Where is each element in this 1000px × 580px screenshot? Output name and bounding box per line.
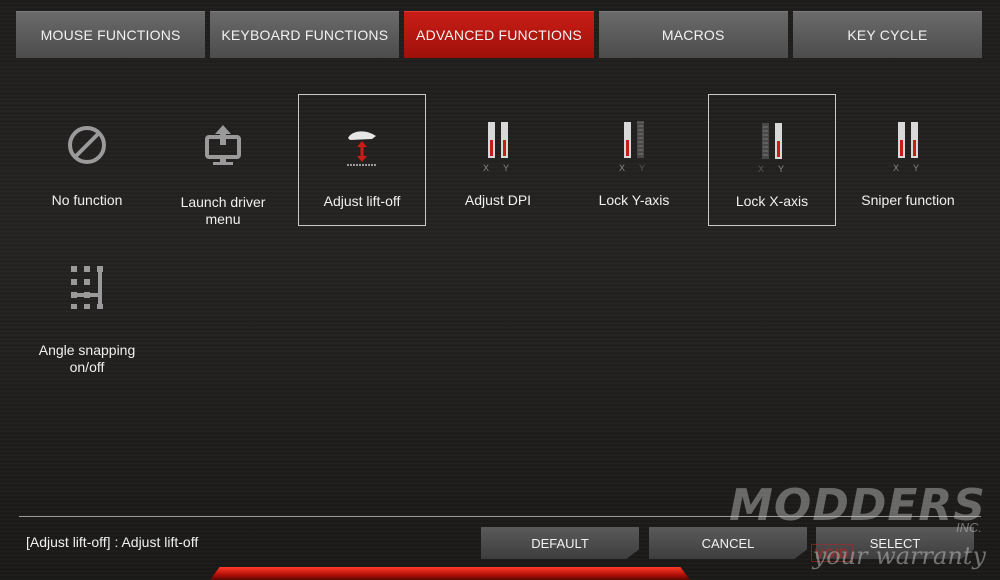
watermark-tagline: your warranty: [812, 542, 986, 570]
launch-driver-icon: [159, 120, 287, 170]
function-lock-x-axis[interactable]: X Y Lock X-axis: [708, 94, 836, 226]
function-label: Adjust DPI: [464, 192, 532, 208]
function-adjust-lift-off[interactable]: Adjust lift-off: [298, 94, 426, 226]
axis-x-label: X: [483, 163, 490, 173]
sniper-icon: [844, 120, 972, 170]
axis-y-label: Y: [503, 163, 510, 173]
function-label: Lock Y-axis: [598, 192, 670, 208]
axis-y-label: Y: [639, 163, 646, 173]
status-text: [Adjust lift-off] : Adjust lift-off: [26, 534, 199, 550]
lock-y-icon: [570, 120, 698, 170]
function-label: Lock X-axis: [735, 193, 809, 209]
function-lock-y-axis[interactable]: X Y Lock Y-axis: [570, 94, 698, 226]
lift-off-icon: [299, 121, 425, 171]
function-label: No function: [51, 192, 123, 208]
function-launch-driver-menu[interactable]: Launch driver menu: [159, 94, 287, 227]
no-function-icon: [23, 120, 151, 170]
watermark: MODDERS INC. VOID your warranty: [729, 480, 986, 576]
tab-key-cycle[interactable]: KEY CYCLE: [792, 11, 983, 58]
tab-advanced-functions[interactable]: ADVANCED FUNCTIONS: [404, 11, 594, 58]
function-no-function[interactable]: No function: [23, 94, 151, 226]
cancel-button[interactable]: CANCEL: [649, 527, 807, 559]
axis-x-label: X: [893, 163, 900, 173]
tab-mouse-functions[interactable]: MOUSE FUNCTIONS: [16, 11, 206, 58]
angle-snapping-icon: [23, 260, 151, 310]
axis-y-label: Y: [778, 164, 785, 174]
function-label: Launch driver menu: [180, 194, 266, 227]
function-sniper[interactable]: X Y Sniper function: [844, 94, 972, 226]
axis-x-label: X: [619, 163, 626, 173]
tab-macros[interactable]: MACROS: [598, 11, 788, 58]
function-label: Sniper function: [861, 192, 955, 208]
lock-x-icon: [709, 121, 835, 171]
axis-y-label: Y: [913, 163, 920, 173]
tab-bar: MOUSE FUNCTIONS KEYBOARD FUNCTIONS ADVAN…: [16, 11, 983, 58]
function-adjust-dpi[interactable]: X Y Adjust DPI: [434, 94, 562, 226]
dpi-bars-icon: [434, 120, 562, 170]
function-label: Adjust lift-off: [323, 193, 401, 209]
watermark-inc: INC.: [956, 520, 982, 535]
axis-x-label: X: [758, 164, 765, 174]
bottom-accent-bar: [210, 567, 690, 580]
watermark-brand: MODDERS: [729, 480, 986, 531]
default-button[interactable]: DEFAULT: [481, 527, 639, 559]
tab-keyboard-functions[interactable]: KEYBOARD FUNCTIONS: [210, 11, 400, 58]
function-angle-snapping[interactable]: Angle snapping on/off: [23, 238, 151, 375]
function-label: Angle snapping on/off: [38, 342, 136, 375]
